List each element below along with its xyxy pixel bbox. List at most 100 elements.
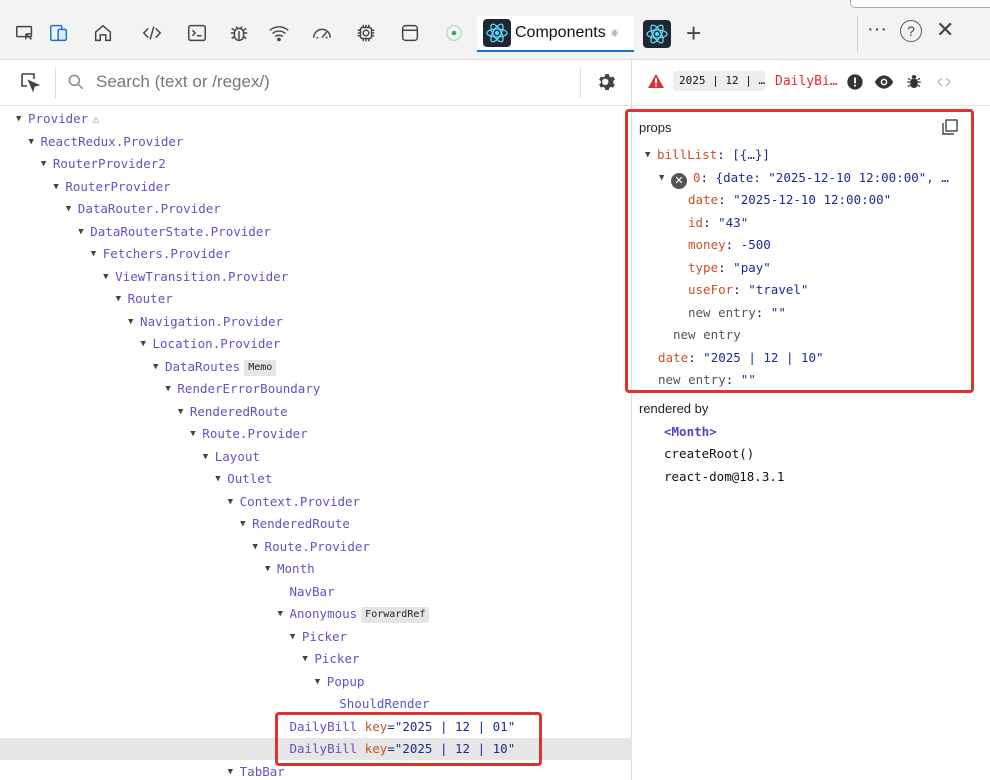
performance-gauge-icon[interactable] bbox=[309, 20, 335, 46]
device-toggle-icon[interactable] bbox=[12, 20, 38, 46]
expand-caret-icon[interactable]: ▼ bbox=[78, 221, 90, 243]
tree-row[interactable]: ▼ Router bbox=[0, 288, 632, 310]
tree-row[interactable]: ▼ RenderedRoute bbox=[0, 513, 632, 535]
rendered-by-owner-link[interactable]: <Month> bbox=[664, 424, 717, 439]
prop-row[interactable]: new entry: "" bbox=[688, 302, 786, 324]
expand-caret-icon[interactable]: ▼ bbox=[28, 131, 40, 153]
prop-key[interactable]: 0 bbox=[693, 170, 701, 185]
add-tab-button[interactable]: + bbox=[686, 20, 701, 46]
tree-row[interactable]: ▼ RenderErrorBoundary bbox=[0, 378, 632, 400]
home-icon[interactable] bbox=[90, 20, 116, 46]
selected-key-crumb[interactable]: 2025 | 12 | … bbox=[673, 71, 765, 91]
expand-caret-icon[interactable]: ▼ bbox=[253, 536, 265, 558]
tree-row[interactable]: ▼ DataRouterState.Provider bbox=[0, 221, 632, 243]
sources-bug-icon[interactable] bbox=[226, 20, 252, 46]
expand-caret-icon[interactable]: ▼ bbox=[141, 333, 153, 355]
search-input[interactable] bbox=[96, 69, 566, 95]
expand-caret-icon[interactable]: ▼ bbox=[153, 356, 165, 378]
prop-row[interactable]: ▼ billList: [{…}] bbox=[645, 144, 770, 166]
tree-row[interactable]: DailyBill key="2025 | 12 | 01" bbox=[0, 716, 632, 738]
new-entry-key[interactable]: new entry bbox=[688, 305, 756, 320]
prop-key[interactable]: date bbox=[658, 350, 688, 365]
prop-value[interactable]: "43" bbox=[718, 215, 748, 230]
tree-row[interactable]: DailyBill key="2025 | 12 | 10" bbox=[0, 738, 632, 760]
expand-caret-icon[interactable]: ▼ bbox=[91, 243, 103, 265]
expand-caret-icon[interactable]: ▼ bbox=[178, 401, 190, 423]
tree-row[interactable]: ▼ Picker bbox=[0, 626, 632, 648]
prop-key[interactable]: billList bbox=[657, 147, 717, 162]
tree-row[interactable]: ▼ Provider ⚠ bbox=[0, 108, 632, 130]
tree-row[interactable]: ▼ ViewTransition.Provider bbox=[0, 266, 632, 288]
prop-row[interactable]: date: "2025-12-10 12:00:00" bbox=[688, 189, 891, 211]
expand-caret-icon[interactable]: ▼ bbox=[116, 288, 128, 310]
tab-profiler-react-icon[interactable] bbox=[643, 20, 671, 48]
view-source-icon[interactable] bbox=[934, 72, 954, 92]
prop-row[interactable]: date: "2025 | 12 | 10" bbox=[658, 347, 824, 369]
expand-caret-icon[interactable]: ▼ bbox=[215, 468, 227, 490]
expand-caret-icon[interactable]: ▼ bbox=[203, 446, 215, 468]
prop-value[interactable]: "2025-12-10 12:00:00" bbox=[733, 192, 891, 207]
tree-row[interactable]: ▼ Route.Provider bbox=[0, 423, 632, 445]
application-window-icon[interactable] bbox=[397, 20, 423, 46]
error-circle-icon[interactable] bbox=[845, 72, 865, 92]
tree-row[interactable]: ▼ RenderedRoute bbox=[0, 401, 632, 423]
eye-icon[interactable] bbox=[874, 72, 894, 92]
expand-caret-icon[interactable]: ▼ bbox=[645, 144, 657, 166]
expand-caret-icon[interactable]: ▼ bbox=[290, 626, 302, 648]
expand-caret-icon[interactable]: ▼ bbox=[240, 513, 252, 535]
prop-row[interactable]: money: -500 bbox=[688, 234, 771, 256]
prop-key[interactable]: date bbox=[688, 192, 718, 207]
expand-caret-icon[interactable]: ▼ bbox=[315, 671, 327, 693]
prop-row[interactable]: useFor: "travel" bbox=[688, 279, 808, 301]
prop-value[interactable]: "travel" bbox=[748, 282, 808, 297]
expand-caret-icon[interactable]: ▼ bbox=[659, 167, 671, 189]
tree-row[interactable]: ▼ Route.Provider bbox=[0, 536, 632, 558]
prop-value[interactable]: "" bbox=[741, 372, 756, 387]
tree-row[interactable]: ▼ Layout bbox=[0, 446, 632, 468]
tree-row[interactable]: ▼ Navigation.Provider bbox=[0, 311, 632, 333]
expand-caret-icon[interactable]: ▼ bbox=[66, 198, 78, 220]
new-entry-key[interactable]: new entry bbox=[673, 327, 741, 342]
tree-row[interactable]: ▼ Context.Provider bbox=[0, 491, 632, 513]
expand-caret-icon[interactable]: ▼ bbox=[103, 266, 115, 288]
expand-caret-icon[interactable]: ▼ bbox=[265, 558, 277, 580]
prop-row[interactable]: id: "43" bbox=[688, 212, 748, 234]
tree-row[interactable]: ▼ Picker bbox=[0, 648, 632, 670]
bug-icon[interactable] bbox=[904, 72, 924, 92]
prop-row[interactable]: type: "pay" bbox=[688, 257, 771, 279]
tree-row[interactable]: ▼ DataRouter.Provider bbox=[0, 198, 632, 220]
prop-key[interactable]: money bbox=[688, 237, 726, 252]
tab-components[interactable]: Components ⚛ bbox=[477, 16, 634, 52]
device-emulation-icon[interactable] bbox=[46, 20, 72, 46]
tree-row[interactable]: ▼ Popup bbox=[0, 671, 632, 693]
prop-value[interactable]: "" bbox=[771, 305, 786, 320]
expand-caret-icon[interactable]: ▼ bbox=[277, 603, 289, 625]
console-icon[interactable] bbox=[184, 20, 210, 46]
tree-row[interactable]: ▼ Fetchers.Provider bbox=[0, 243, 632, 265]
tree-row[interactable]: ▼ RouterProvider bbox=[0, 176, 632, 198]
prop-key[interactable]: id bbox=[688, 215, 703, 230]
prop-value[interactable]: "pay" bbox=[733, 260, 771, 275]
expand-caret-icon[interactable]: ▼ bbox=[228, 491, 240, 513]
expand-caret-icon[interactable]: ▼ bbox=[302, 648, 314, 670]
more-options-button[interactable]: ··· bbox=[867, 18, 887, 41]
tree-row[interactable]: ▼ Anonymous ForwardRef bbox=[0, 603, 632, 625]
tree-row[interactable]: ▼ DataRoutes Memo bbox=[0, 356, 632, 378]
expand-caret-icon[interactable]: ▼ bbox=[228, 761, 240, 780]
tree-row[interactable]: ▼ Month bbox=[0, 558, 632, 580]
tree-row[interactable]: ▼ TabBar bbox=[0, 761, 632, 780]
expand-caret-icon[interactable]: ▼ bbox=[53, 176, 65, 198]
prop-row[interactable]: ▼ ✕ 0: {date: "2025-12-10 12:00:00", … bbox=[659, 167, 949, 189]
expand-caret-icon[interactable]: ▼ bbox=[190, 423, 202, 445]
tree-row[interactable]: ▼ RouterProvider2 bbox=[0, 153, 632, 175]
prop-value[interactable]: {date: "2025-12-10 12:00:00", … bbox=[716, 170, 949, 185]
gear-icon[interactable] bbox=[596, 71, 618, 93]
prop-row[interactable]: new entry bbox=[673, 324, 741, 346]
tree-row[interactable]: NavBar bbox=[0, 581, 632, 603]
close-devtools-button[interactable]: ✕ bbox=[936, 17, 954, 43]
tree-row[interactable]: ▼ ReactRedux.Provider bbox=[0, 131, 632, 153]
tree-row[interactable]: ▼ Location.Provider bbox=[0, 333, 632, 355]
memory-chip-icon[interactable] bbox=[353, 20, 379, 46]
prop-row[interactable]: new entry: "" bbox=[658, 369, 756, 391]
lighthouse-circle-icon[interactable] bbox=[441, 20, 467, 46]
